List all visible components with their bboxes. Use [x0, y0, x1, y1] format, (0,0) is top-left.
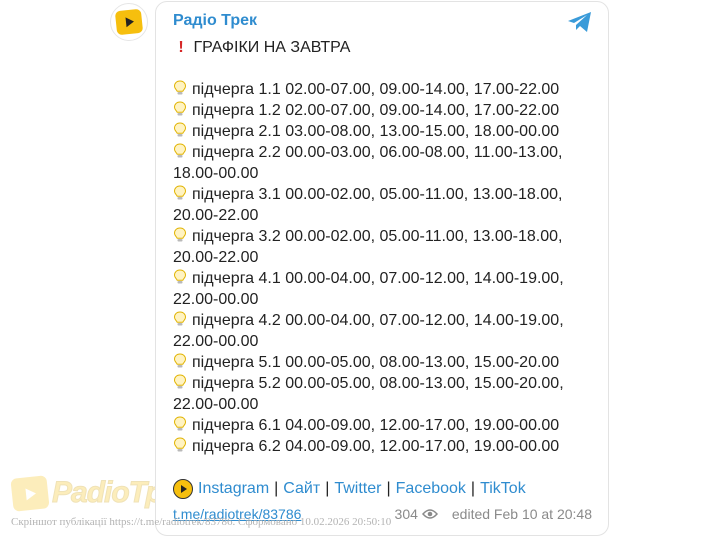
schedule-line-text: підчерга 2.1 03.00-08.00, 13.00-15.00, 1…	[192, 123, 560, 140]
social-links: Instagram | Сайт | Twitter | Facebook | …	[173, 479, 526, 499]
lightbulb-icon	[173, 100, 192, 121]
schedule-line-text: підчерга 5.2 00.00-05.00, 08.00-13.00, 1…	[192, 375, 564, 392]
schedule-line-text: 18.00-00.00	[173, 165, 259, 182]
schedule-line: підчерга 4.1 00.00-04.00, 07.00-12.00, 1…	[173, 268, 593, 289]
link-separator: |	[325, 480, 330, 497]
schedule-line-text: 20.00-22.00	[173, 207, 259, 224]
lightbulb-icon	[173, 142, 192, 163]
schedule-line: підчерга 1.1 02.00-07.00, 09.00-14.00, 1…	[173, 79, 593, 100]
channel-name[interactable]: Радіо Трек	[173, 12, 257, 30]
radio-play-icon	[173, 479, 193, 499]
lightbulb-icon	[173, 436, 192, 457]
radio-play-icon	[114, 8, 144, 36]
channel-avatar[interactable]	[110, 3, 148, 41]
schedule-line: підчерга 3.2 00.00-02.00, 05.00-11.00, 1…	[173, 226, 593, 247]
lightbulb-icon	[173, 226, 192, 247]
lightbulb-icon	[173, 310, 192, 331]
edited-timestamp: edited Feb 10 at 20:48	[451, 506, 592, 522]
exclamation-icon: !	[178, 39, 184, 56]
telegram-icon[interactable]	[567, 11, 593, 33]
link-separator: |	[274, 480, 279, 497]
lightbulb-icon	[173, 121, 192, 142]
lightbulb-icon	[173, 373, 192, 394]
schedule-line-text: підчерга 3.2 00.00-02.00, 05.00-11.00, 1…	[192, 228, 563, 245]
schedule-line: підчерга 6.2 04.00-09.00, 12.00-17.00, 1…	[173, 436, 593, 457]
schedule-line: 20.00-22.00	[173, 247, 593, 268]
schedule-line: 22.00-00.00	[173, 331, 593, 352]
schedule-line: підчерга 6.1 04.00-09.00, 12.00-17.00, 1…	[173, 415, 593, 436]
schedule-line: 20.00-22.00	[173, 205, 593, 226]
link-separator: |	[470, 480, 476, 497]
schedule-line: підчерга 5.1 00.00-05.00, 08.00-13.00, 1…	[173, 352, 593, 373]
schedule-line: 22.00-00.00	[173, 394, 593, 415]
schedule-line-text: підчерга 4.1 00.00-04.00, 07.00-12.00, 1…	[192, 270, 564, 287]
schedule-line-text: підчерга 2.2 00.00-03.00, 06.00-08.00, 1…	[192, 144, 563, 161]
schedule-line-text: підчерга 1.2 02.00-07.00, 09.00-14.00, 1…	[192, 102, 560, 119]
schedule-list: підчерга 1.1 02.00-07.00, 09.00-14.00, 1…	[173, 79, 593, 457]
schedule-line: 22.00-00.00	[173, 289, 593, 310]
view-count: 304	[394, 506, 418, 522]
schedule-line: підчерга 5.2 00.00-05.00, 08.00-13.00, 1…	[173, 373, 593, 394]
schedule-line-text: 22.00-00.00	[173, 291, 259, 308]
facebook-link[interactable]: Facebook	[396, 480, 466, 498]
instagram-link[interactable]: Instagram	[198, 480, 269, 498]
site-link[interactable]: Сайт	[283, 480, 320, 498]
schedule-line-text: підчерга 6.1 04.00-09.00, 12.00-17.00, 1…	[192, 417, 560, 434]
schedule-line: 18.00-00.00	[173, 163, 593, 184]
lightbulb-icon	[173, 352, 192, 373]
lightbulb-icon	[173, 79, 192, 100]
tiktok-link[interactable]: TikTok	[480, 480, 526, 498]
eye-icon	[421, 509, 438, 519]
lightbulb-icon	[173, 268, 192, 289]
watermark-play-icon	[10, 474, 50, 512]
schedule-line: підчерга 1.2 02.00-07.00, 09.00-14.00, 1…	[173, 100, 593, 121]
message-meta: 304 edited Feb 10 at 20:48	[395, 506, 592, 522]
schedule-line: підчерга 2.1 03.00-08.00, 13.00-15.00, 1…	[173, 121, 593, 142]
schedule-line-text: 20.00-22.00	[173, 249, 259, 266]
message-title: ! ГРАФІКИ НА ЗАВТРА	[173, 37, 593, 58]
schedule-line-text: підчерга 4.2 00.00-04.00, 07.00-12.00, 1…	[192, 312, 564, 329]
schedule-line-text: підчерга 1.1 02.00-07.00, 09.00-14.00, 1…	[192, 81, 560, 98]
lightbulb-icon	[173, 184, 192, 205]
link-separator: |	[386, 480, 391, 497]
schedule-line-text: 22.00-00.00	[173, 333, 259, 350]
schedule-line-text: підчерга 6.2 04.00-09.00, 12.00-17.00, 1…	[192, 438, 560, 455]
schedule-line: підчерга 2.2 00.00-03.00, 06.00-08.00, 1…	[173, 142, 593, 163]
schedule-line: підчерга 3.1 00.00-02.00, 05.00-11.00, 1…	[173, 184, 593, 205]
schedule-line-text: 22.00-00.00	[173, 396, 259, 413]
schedule-line: підчерга 4.2 00.00-04.00, 07.00-12.00, 1…	[173, 310, 593, 331]
lightbulb-icon	[173, 415, 192, 436]
schedule-line-text: підчерга 3.1 00.00-02.00, 05.00-11.00, 1…	[192, 186, 563, 203]
screenshot-footnote: Скріншот публікації https://t.me/radiotr…	[11, 516, 392, 528]
twitter-link[interactable]: Twitter	[334, 480, 381, 498]
schedule-line-text: підчерга 5.1 00.00-05.00, 08.00-13.00, 1…	[192, 354, 560, 371]
message-body: ! ГРАФІКИ НА ЗАВТРА підчерга 1.1 02.00-0…	[173, 37, 593, 457]
